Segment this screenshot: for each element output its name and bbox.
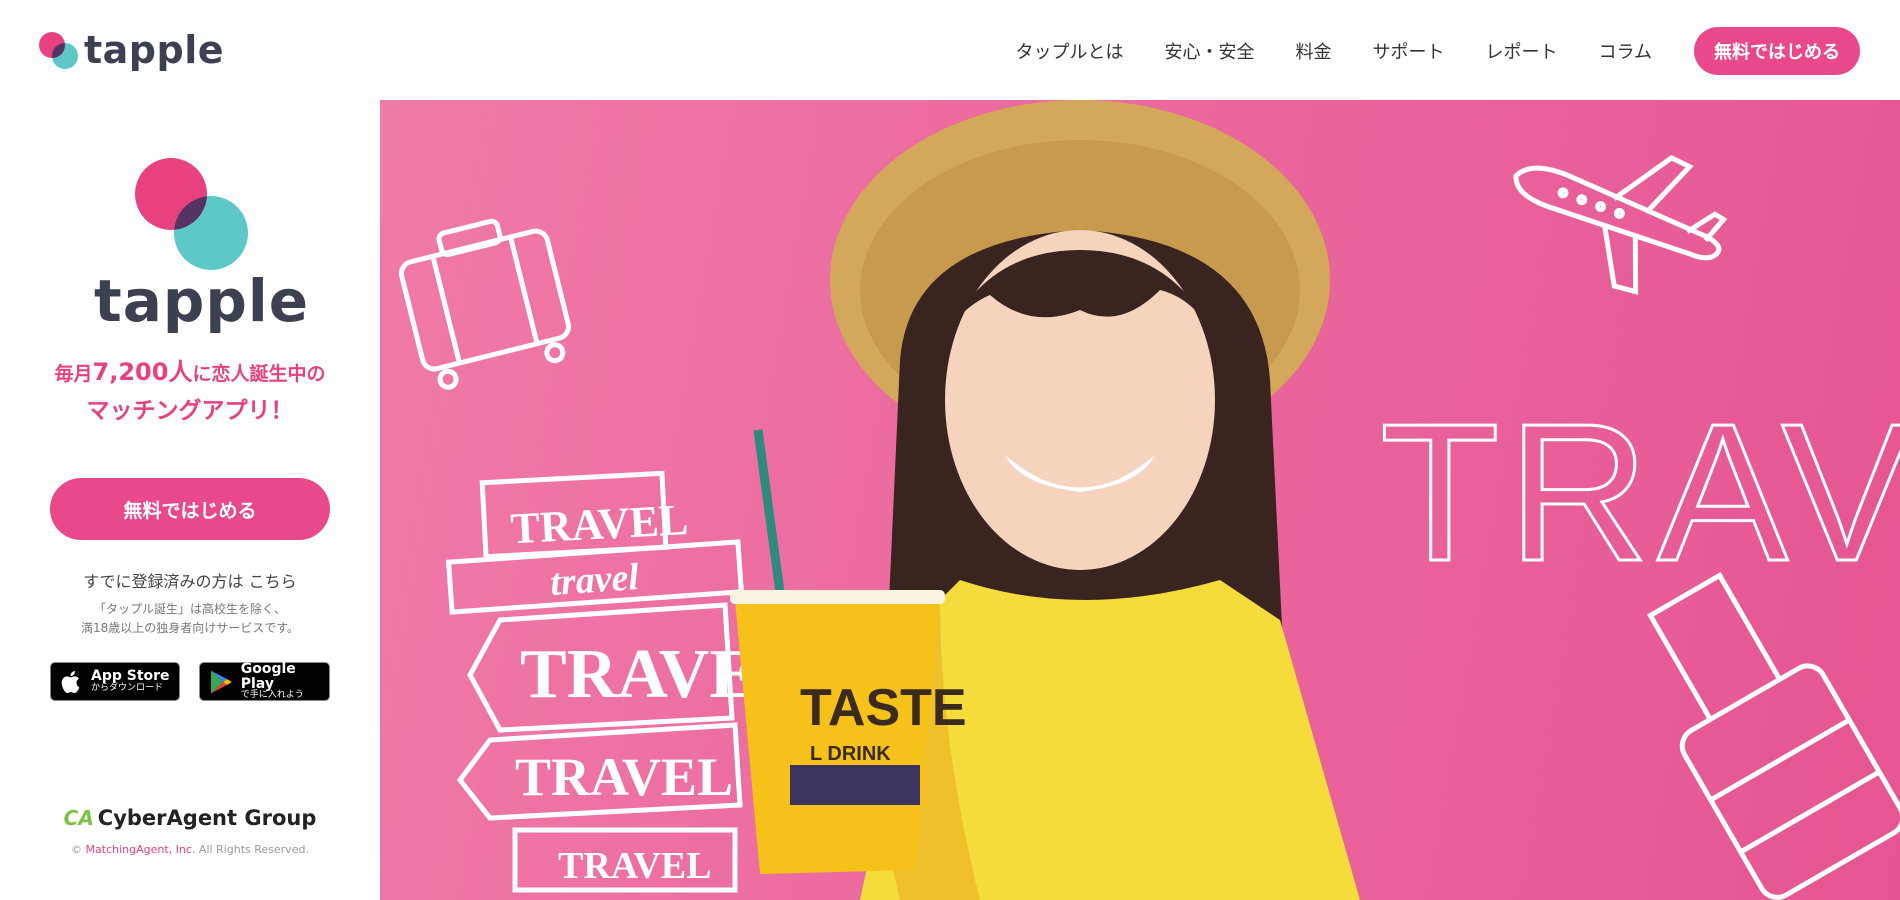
tagline-line2: マッチングアプリ！ bbox=[86, 398, 294, 424]
copyright-company[interactable]: MatchingAgent, Inc. bbox=[86, 843, 196, 856]
hero-illustration: TRAVEL TRAVEL travel TRAVEL TRAVEL TRAVE… bbox=[398, 100, 1900, 900]
cyberagent-mark-icon: CA bbox=[63, 806, 94, 830]
nav-item-report[interactable]: レポート bbox=[1486, 38, 1558, 64]
sidebar-logo-text: tapple bbox=[94, 267, 310, 335]
store-badges: App Store からダウンロード Google Play で手に入れよう bbox=[50, 662, 330, 701]
age-notice: 「タップル誕生」は高校生を除く、 満18歳以上の独身者向けサービスです。 bbox=[0, 600, 380, 638]
apple-icon bbox=[61, 670, 80, 693]
header-logo[interactable]: tapple bbox=[38, 28, 224, 72]
notice-line1: 「タップル誕生」は高校生を除く、 bbox=[93, 602, 286, 616]
sign-text-4: TRAVEL bbox=[515, 747, 733, 807]
logo-dots-icon bbox=[38, 29, 80, 71]
google-play-badge[interactable]: Google Play で手に入れよう bbox=[199, 662, 330, 701]
nav-item-support[interactable]: サポート bbox=[1373, 38, 1445, 64]
tagline-prefix: 毎月 bbox=[54, 363, 93, 385]
sidebar-start-free-button[interactable]: 無料ではじめる bbox=[50, 478, 330, 540]
tagline-number: 7,200人 bbox=[92, 358, 193, 386]
main-nav: タップルとは 安心・安全 料金 サポート レポート コラム 無料ではじめる bbox=[975, 27, 1860, 75]
app-store-title: App Store bbox=[91, 668, 170, 685]
header-start-free-button[interactable]: 無料ではじめる bbox=[1694, 27, 1860, 75]
cyberagent-name: CyberAgent Group bbox=[97, 806, 317, 830]
sign-text-5: TRAVEL bbox=[558, 845, 711, 887]
google-play-sub: で手に入れよう bbox=[240, 690, 304, 701]
nav-item-pricing[interactable]: 料金 bbox=[1296, 38, 1332, 64]
app-store-badge[interactable]: App Store からダウンロード bbox=[50, 662, 180, 701]
copyright-symbol: © bbox=[71, 843, 83, 856]
cup-sub-label: L DRINK bbox=[810, 743, 891, 765]
app-store-sub: からダウンロード bbox=[91, 683, 164, 694]
login-text: すでに登録済みの方は bbox=[83, 572, 244, 591]
sign-text-1: TRAVEL bbox=[509, 495, 689, 553]
sign-text-2: travel bbox=[549, 556, 641, 604]
airplane-doodle-icon bbox=[1513, 155, 1728, 295]
nav-item-about[interactable]: タップルとは bbox=[1016, 38, 1124, 64]
logo-dots-icon bbox=[94, 158, 294, 270]
copyright: © MatchingAgent, Inc. All Rights Reserve… bbox=[0, 843, 380, 856]
hero-visual: TRAVEL TRAVEL travel TRAVEL TRAVEL TRAVE… bbox=[380, 100, 1900, 900]
luggage-doodle-icon bbox=[1646, 572, 1900, 900]
nav-item-column[interactable]: コラム bbox=[1599, 38, 1652, 64]
nav-item-safety[interactable]: 安心・安全 bbox=[1165, 38, 1255, 64]
tagline: 毎月7,200人に恋人誕生中の マッチングアプリ！ bbox=[0, 352, 380, 425]
sidebar: tapple 毎月7,200人に恋人誕生中の マッチングアプリ！ 無料ではじめる… bbox=[0, 100, 380, 900]
cup-label: TASTE bbox=[800, 679, 967, 737]
google-play-title: Google Play bbox=[240, 661, 296, 692]
tagline-suffix: に恋人誕生中の bbox=[192, 363, 326, 385]
cyberagent-group-logo: CA CyberAgent Group bbox=[0, 806, 380, 830]
suitcase-doodle-icon bbox=[398, 218, 572, 390]
login-prompt: すでに登録済みの方は こちら bbox=[0, 568, 380, 592]
copyright-rights: All Rights Reserved. bbox=[198, 843, 309, 856]
sidebar-logo: tapple bbox=[94, 158, 310, 335]
google-play-icon bbox=[210, 670, 232, 693]
hero-big-word: TRAVEL bbox=[1380, 383, 1900, 602]
notice-line2: 満18歳以上の独身者向けサービスです。 bbox=[80, 621, 300, 635]
site-header: tapple タップルとは 安心・安全 料金 サポート レポート コラム 無料で… bbox=[0, 0, 1900, 100]
logo-text: tapple bbox=[84, 28, 225, 72]
login-link[interactable]: こちら bbox=[249, 572, 297, 591]
